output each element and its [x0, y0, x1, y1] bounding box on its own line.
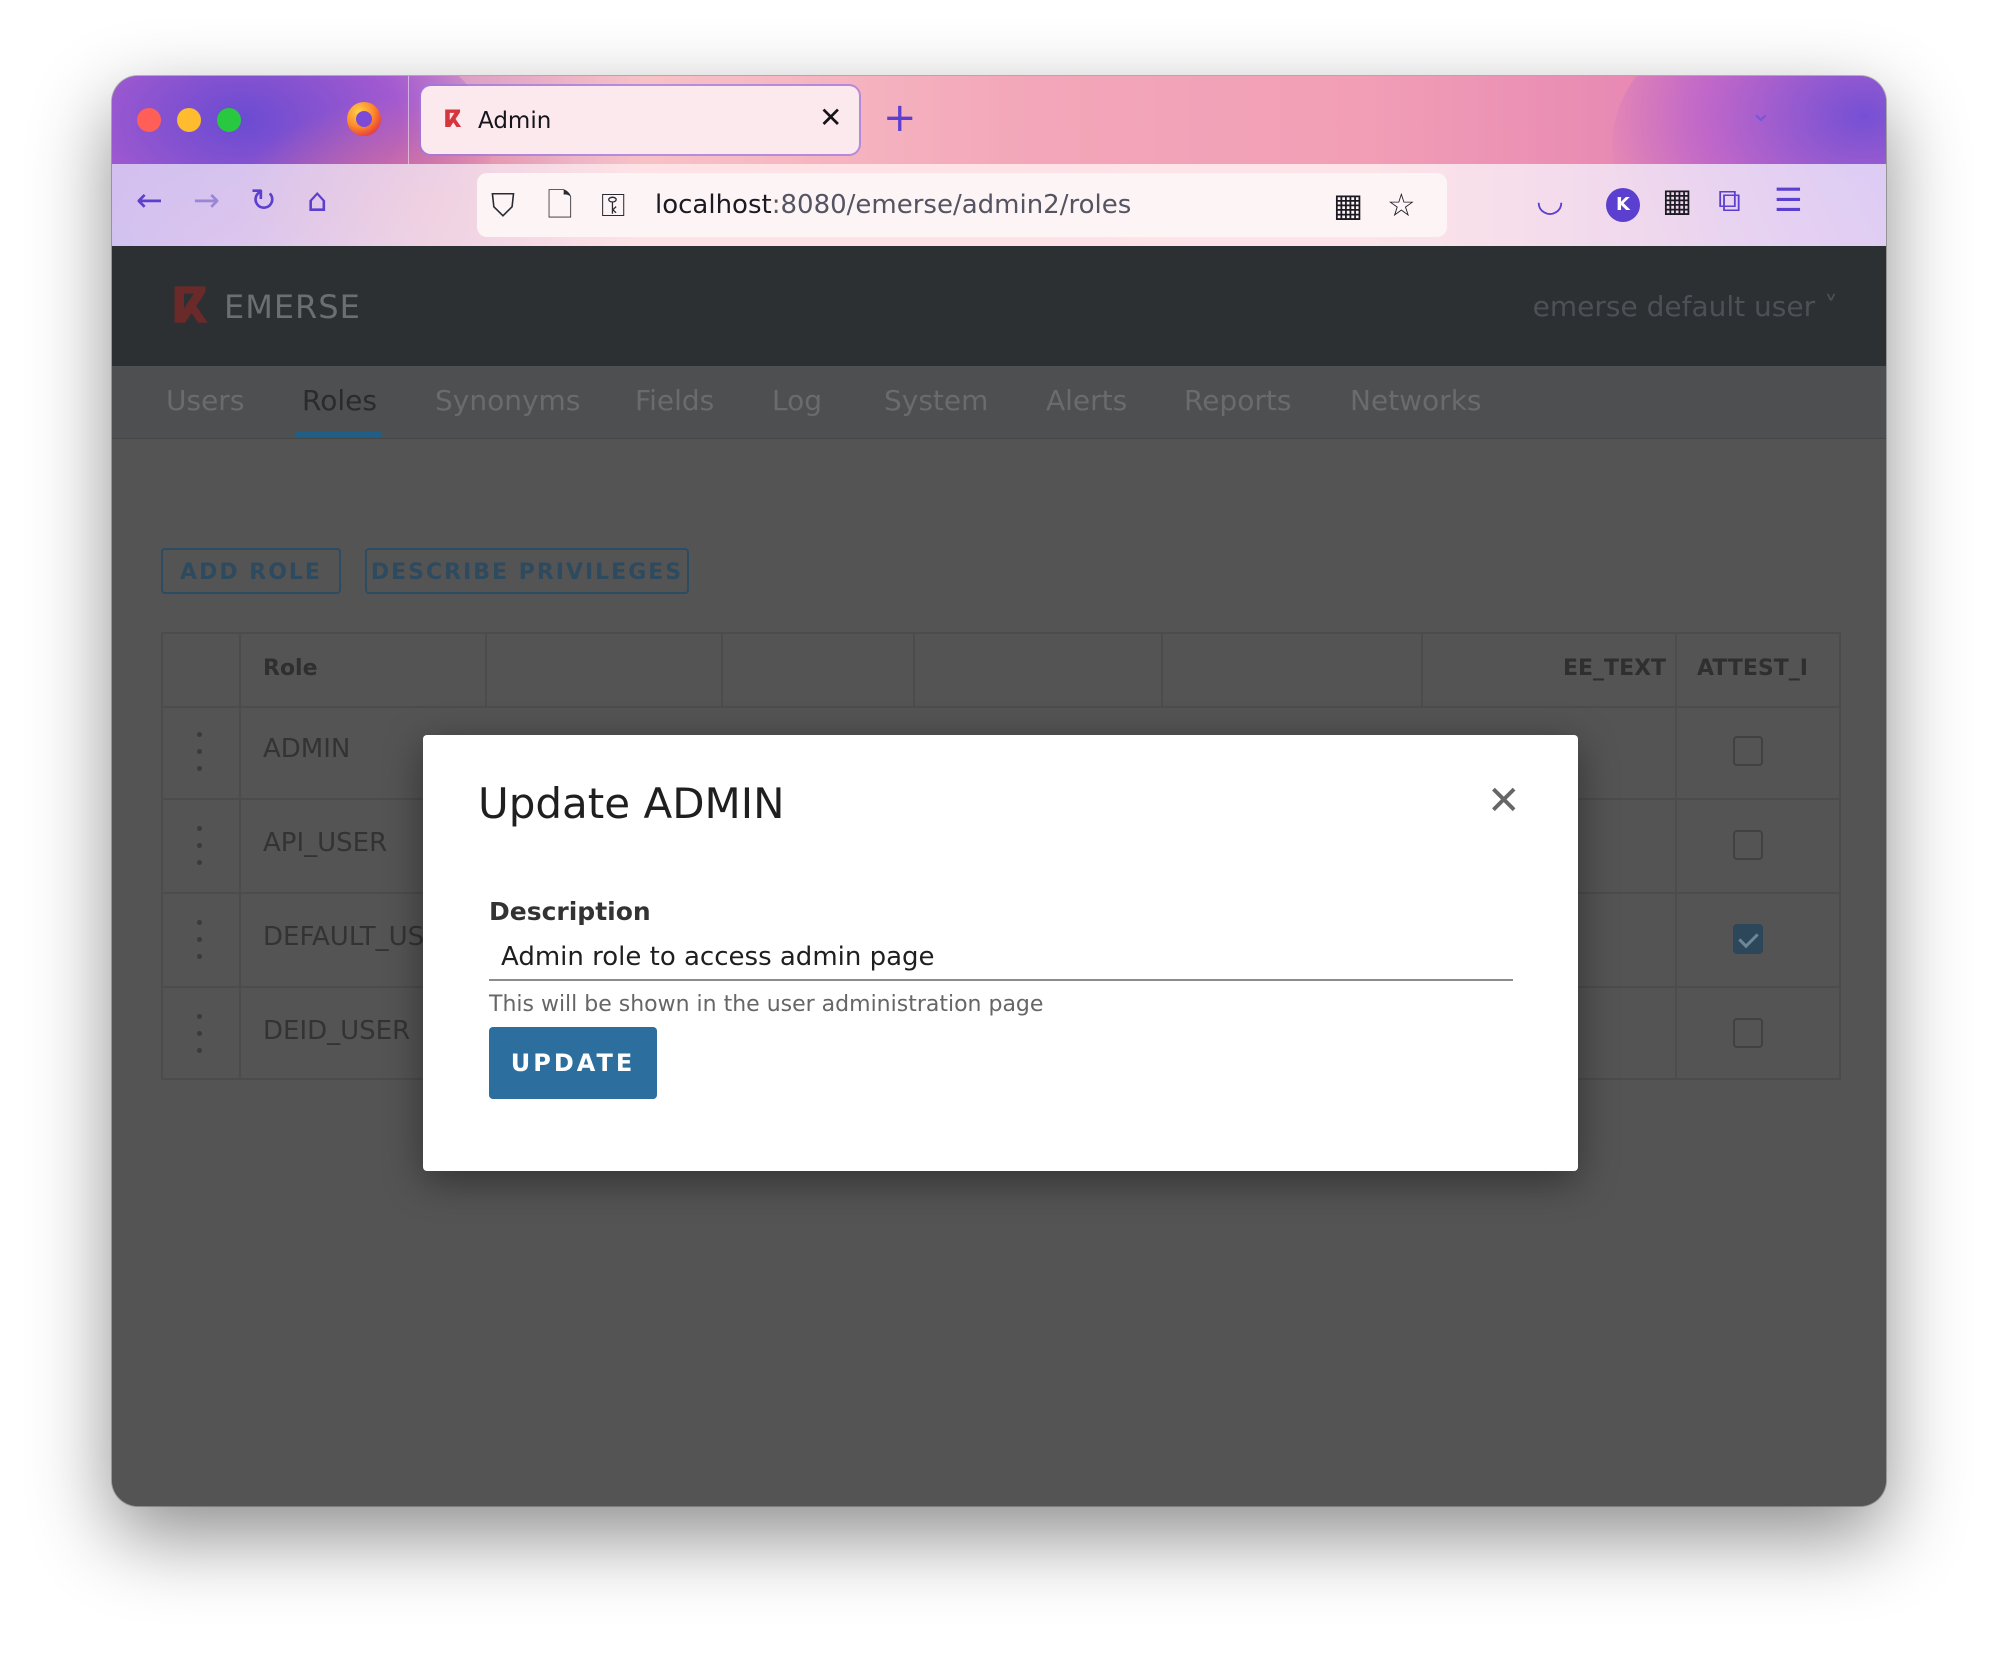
- row-actions-kebab-icon[interactable]: [197, 732, 203, 772]
- grid-divider: [721, 634, 723, 706]
- tab-list-chevron-icon[interactable]: ⌄: [1750, 98, 1772, 128]
- close-icon[interactable]: ✕: [1487, 779, 1521, 823]
- column-header-free-text[interactable]: EE_TEXT: [1563, 656, 1666, 681]
- tab-alerts[interactable]: Alerts: [1046, 384, 1127, 417]
- attest-checkbox[interactable]: [1733, 736, 1763, 766]
- minimize-window-button[interactable]: [177, 108, 201, 132]
- dialog-title: Update ADMIN: [478, 779, 785, 828]
- add-extension-icon[interactable]: ▦: [1662, 180, 1692, 220]
- update-button[interactable]: UPDATE: [489, 1027, 657, 1099]
- attest-checkbox[interactable]: [1733, 924, 1763, 954]
- description-label: Description: [489, 897, 651, 926]
- admin-nav-tabs: Users Roles Synonyms Fields Log System A…: [112, 366, 1886, 439]
- grid-divider: [1161, 634, 1163, 706]
- attest-checkbox[interactable]: [1733, 830, 1763, 860]
- role-name: API_USER: [263, 828, 388, 858]
- describe-privileges-button[interactable]: DESCRIBE PRIVILEGES: [365, 548, 689, 594]
- url-text[interactable]: localhost:8080/emerse/admin2/roles: [655, 190, 1131, 220]
- back-arrow-icon[interactable]: ←: [136, 180, 163, 220]
- tab-roles[interactable]: Roles: [302, 384, 377, 417]
- browser-tab-admin[interactable]: ⴽ Admin ✕: [421, 86, 859, 154]
- url-path: :8080/emerse/admin2/roles: [771, 190, 1132, 220]
- reload-icon[interactable]: ↻: [250, 180, 277, 220]
- close-window-button[interactable]: [137, 108, 161, 132]
- close-tab-icon[interactable]: ✕: [819, 101, 842, 135]
- role-name: DEFAULT_US: [263, 922, 425, 952]
- description-input[interactable]: [489, 935, 1513, 981]
- url-host: localhost: [655, 190, 772, 220]
- extensions-puzzle-icon[interactable]: ⧉: [1718, 180, 1741, 220]
- row-actions-kebab-icon[interactable]: [197, 826, 203, 866]
- browser-window: ⴽ Admin ✕ + ⌄ ← → ↻ ⌂ ⛉ 🗋 ⚿ localhost:80…: [112, 76, 1886, 1506]
- tab-networks[interactable]: Networks: [1350, 384, 1482, 417]
- app-logo-text: EMERSE: [224, 288, 361, 326]
- qr-code-icon[interactable]: ▦: [1333, 185, 1363, 225]
- hamburger-menu-icon[interactable]: ☰: [1774, 180, 1803, 220]
- grid-divider: [1421, 634, 1423, 706]
- grid-divider: [485, 634, 487, 706]
- browser-chrome: ⴽ Admin ✕ + ⌄ ← → ↻ ⌂ ⛉ 🗋 ⚿ localhost:80…: [112, 76, 1886, 246]
- browser-toolbar: ← → ↻ ⌂ ⛉ 🗋 ⚿ localhost:8080/emerse/admi…: [112, 164, 1886, 246]
- role-name: DEID_USER: [263, 1016, 411, 1046]
- page-content: ⴽ EMERSE emerse default user ˅ Users Rol…: [112, 246, 1886, 1506]
- pocket-icon[interactable]: ◡: [1536, 180, 1564, 220]
- active-tab-indicator: [296, 432, 382, 437]
- tab-fields[interactable]: Fields: [635, 384, 714, 417]
- profile-avatar[interactable]: K: [1606, 188, 1640, 222]
- row-actions-kebab-icon[interactable]: [197, 1014, 203, 1054]
- emerse-favicon-icon: ⴽ: [443, 105, 462, 133]
- tab-separator: [408, 76, 409, 164]
- emerse-logo-icon: ⴽ: [170, 277, 209, 335]
- row-actions-kebab-icon[interactable]: [197, 920, 203, 960]
- tab-system[interactable]: System: [884, 384, 988, 417]
- firefox-icon[interactable]: [347, 102, 381, 136]
- description-hint: This will be shown in the user administr…: [489, 992, 1044, 1017]
- tab-users[interactable]: Users: [166, 384, 244, 417]
- column-header-attest[interactable]: ATTEST_I: [1697, 656, 1808, 681]
- grid-header: Role EE_TEXT ATTEST_I: [163, 634, 1839, 708]
- user-menu[interactable]: emerse default user ˅: [1533, 290, 1838, 323]
- maximize-window-button[interactable]: [217, 108, 241, 132]
- home-icon[interactable]: ⌂: [307, 180, 327, 220]
- forward-arrow-icon[interactable]: →: [193, 180, 220, 220]
- tab-synonyms[interactable]: Synonyms: [435, 384, 580, 417]
- grid-divider: [913, 634, 915, 706]
- add-role-button[interactable]: ADD ROLE: [161, 548, 341, 594]
- tab-title: Admin: [478, 108, 552, 134]
- key-icon[interactable]: ⚿: [601, 185, 625, 225]
- bookmark-star-icon[interactable]: ☆: [1387, 185, 1416, 225]
- shield-icon[interactable]: ⛉: [491, 185, 515, 225]
- attest-checkbox[interactable]: [1733, 1018, 1763, 1048]
- new-tab-icon[interactable]: +: [883, 96, 917, 140]
- page-info-icon[interactable]: 🗋: [547, 185, 573, 225]
- update-role-dialog: Update ADMIN ✕ Description This will be …: [423, 735, 1578, 1171]
- tab-reports[interactable]: Reports: [1184, 384, 1291, 417]
- role-name: ADMIN: [263, 734, 351, 764]
- app-header: ⴽ EMERSE emerse default user ˅: [112, 246, 1886, 366]
- tab-log[interactable]: Log: [772, 384, 822, 417]
- column-header-role[interactable]: Role: [263, 656, 318, 681]
- address-bar[interactable]: ⛉ 🗋 ⚿ localhost:8080/emerse/admin2/roles…: [477, 173, 1447, 237]
